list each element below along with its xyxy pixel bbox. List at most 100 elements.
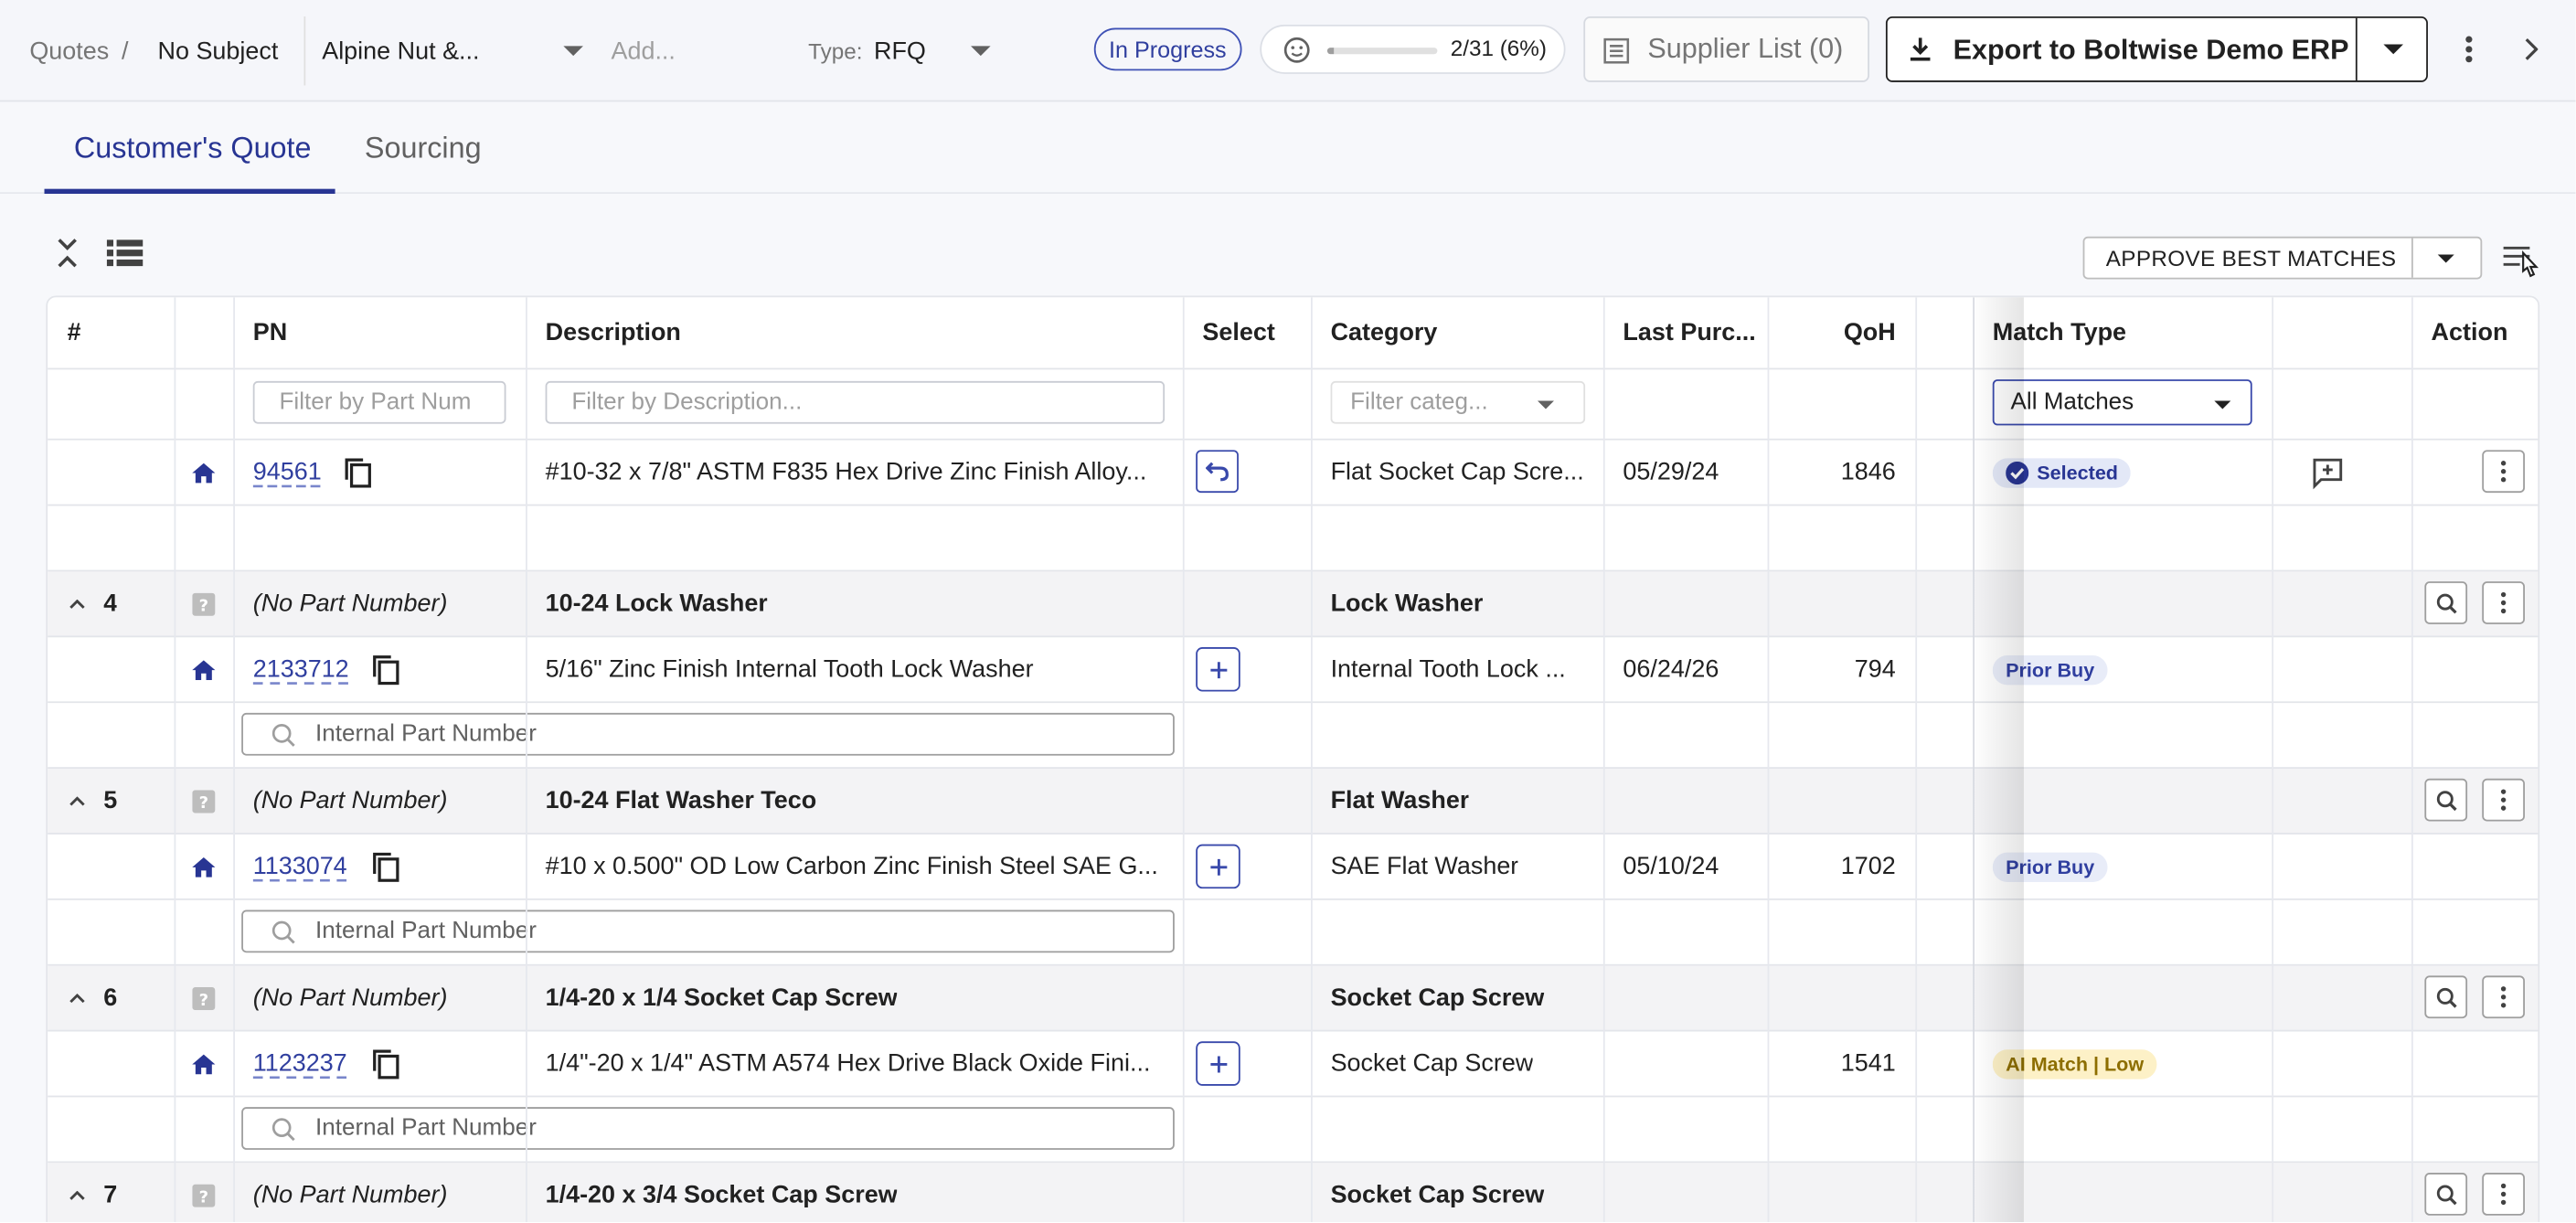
search-button[interactable] <box>2424 975 2468 1019</box>
svg-text:?: ? <box>199 596 208 615</box>
column-header-pn[interactable]: PN <box>253 297 287 367</box>
type-select-value[interactable]: RFQ <box>874 0 926 101</box>
copy-icon[interactable] <box>344 441 373 505</box>
search-button[interactable] <box>2424 581 2468 624</box>
row-menu-button[interactable] <box>2482 1173 2525 1216</box>
copy-icon[interactable] <box>371 637 400 701</box>
group-part-number: (No Part Number) <box>252 786 448 815</box>
row-qoh: 1702 <box>1840 852 1896 881</box>
row-menu-button[interactable] <box>2482 975 2525 1019</box>
breadcrumb-quotes[interactable]: Quotes <box>29 0 109 101</box>
part-number-link[interactable]: 2133712 <box>253 637 349 701</box>
column-divider <box>174 297 176 1222</box>
column-divider <box>1182 297 1185 1222</box>
quote-table: # PN Description Select Category Last Pu… <box>46 295 2540 1222</box>
group-number: 5 <box>103 786 118 815</box>
search-row: Internal Part Number <box>48 1097 2539 1164</box>
internal-part-number-search[interactable]: Internal Part Number <box>241 1107 1175 1150</box>
type-dropdown-icon[interactable] <box>969 0 992 101</box>
more-vert-icon[interactable] <box>2464 35 2475 64</box>
add-select-button[interactable] <box>1196 844 1240 889</box>
export-button[interactable]: Export to Boltwise Demo ERP <box>1885 16 2428 82</box>
search-button[interactable] <box>2424 778 2468 822</box>
download-icon <box>1907 37 1933 63</box>
status-badge[interactable]: In Progress <box>1093 27 1241 71</box>
search-icon <box>271 920 296 944</box>
add-contact-input[interactable]: Add... <box>611 0 675 101</box>
internal-part-number-search[interactable]: Internal Part Number <box>241 712 1175 756</box>
group-category: Lock Washer <box>1330 590 1484 618</box>
description-filter-input[interactable]: Filter by Description... <box>545 380 1166 424</box>
chevron-up-icon[interactable] <box>69 571 85 635</box>
group-row: 7 ? (No Part Number) 1/4-20 x 3/4 Socket… <box>48 1163 2539 1222</box>
type-label: Type: <box>808 38 863 64</box>
category-filter-select[interactable]: Filter categ... <box>1330 380 1586 424</box>
row-qoh: 794 <box>1854 655 1896 684</box>
svg-text:?: ? <box>199 990 208 1009</box>
match-type-filter-select[interactable]: All Matches <box>1992 379 2252 426</box>
group-category: Socket Cap Screw <box>1330 1181 1545 1209</box>
smiley-icon <box>1283 37 1311 65</box>
tab-customers-quote[interactable]: Customer's Quote <box>74 132 312 166</box>
column-divider <box>1602 297 1605 1222</box>
copy-icon[interactable] <box>371 1032 400 1096</box>
customer-select-value[interactable]: Alpine Nut &... <box>322 0 479 101</box>
row-category: Internal Tooth Lock ... <box>1330 655 1566 684</box>
top-bar: Quotes / No Subject Alpine Nut &... Add.… <box>0 0 2576 102</box>
supplier-list-button[interactable]: Supplier List (0) <box>1583 16 1869 82</box>
chevron-down-icon <box>1536 399 1556 411</box>
add-comment-icon[interactable] <box>2311 441 2344 505</box>
internal-part-number-search[interactable]: Internal Part Number <box>241 909 1175 953</box>
progress-indicator[interactable]: 2/31 (6%) <box>1260 24 1566 74</box>
home-icon <box>190 1032 217 1096</box>
column-header-select[interactable]: Select <box>1202 297 1274 367</box>
row-menu-button[interactable] <box>2482 450 2525 494</box>
add-select-button[interactable] <box>1196 1041 1240 1086</box>
part-number-link[interactable]: 1123237 <box>253 1032 347 1096</box>
customer-dropdown-icon[interactable] <box>562 0 585 101</box>
unknown-part-icon: ? <box>192 1163 216 1222</box>
tab-sourcing[interactable]: Sourcing <box>365 132 482 166</box>
pn-filter-input[interactable]: Filter by Part Num <box>252 380 506 424</box>
approve-best-matches-button[interactable]: APPROVE BEST MATCHES <box>2082 236 2483 280</box>
column-header-num[interactable]: # <box>68 297 81 367</box>
search-button[interactable] <box>2424 1173 2468 1216</box>
list-view-icon[interactable] <box>106 239 144 268</box>
chevron-up-icon[interactable] <box>69 966 85 1030</box>
row-description: #10 x 0.500" OD Low Carbon Zinc Finish S… <box>545 852 1158 881</box>
part-number-link[interactable]: 94561 <box>253 441 322 505</box>
chevron-right-icon[interactable] <box>2525 37 2539 60</box>
collapse-all-icon[interactable] <box>56 237 79 270</box>
match-type-filter-value: All Matches <box>2010 388 2134 416</box>
row-menu-button[interactable] <box>2482 581 2525 624</box>
unknown-part-icon: ? <box>192 571 216 635</box>
approve-menu-chevron-icon[interactable] <box>2436 253 2456 265</box>
column-header-description[interactable]: Description <box>546 297 681 367</box>
table-row: 1133074 #10 x 0.500" OD Low Carbon Zinc … <box>48 835 2539 900</box>
group-part-number: (No Part Number) <box>252 590 448 618</box>
table-header-row: # PN Description Select Category Last Pu… <box>48 297 2539 370</box>
column-header-category[interactable]: Category <box>1331 297 1438 367</box>
search-icon <box>271 723 296 748</box>
column-header-action[interactable]: Action <box>2432 297 2508 367</box>
undo-select-button[interactable] <box>1196 450 1239 494</box>
add-select-button[interactable] <box>1196 647 1240 692</box>
chevron-up-icon[interactable] <box>69 1163 85 1222</box>
column-header-qoh[interactable]: QoH <box>1769 297 1896 367</box>
group-part-number: (No Part Number) <box>252 1181 448 1209</box>
category-filter-placeholder: Filter categ... <box>1350 388 1488 416</box>
part-number-link[interactable]: 1133074 <box>253 835 347 899</box>
chevron-up-icon[interactable] <box>69 769 85 833</box>
column-header-last-purchase[interactable]: Last Purc... <box>1623 297 1755 367</box>
row-menu-button[interactable] <box>2482 778 2525 822</box>
list-icon <box>1603 37 1630 64</box>
row-last-purchase: 05/29/24 <box>1623 458 1719 486</box>
copy-icon[interactable] <box>371 835 400 899</box>
group-row: 5 ? (No Part Number) 10-24 Flat Washer T… <box>48 768 2539 835</box>
split-divider <box>2411 238 2413 278</box>
row-last-purchase: 05/10/24 <box>1623 852 1719 881</box>
group-row: 6 ? (No Part Number) 1/4-20 x 1/4 Socket… <box>48 965 2539 1032</box>
column-settings-icon[interactable] <box>2502 241 2541 281</box>
export-menu-chevron-icon[interactable] <box>2382 43 2405 56</box>
column-divider <box>526 297 527 1222</box>
